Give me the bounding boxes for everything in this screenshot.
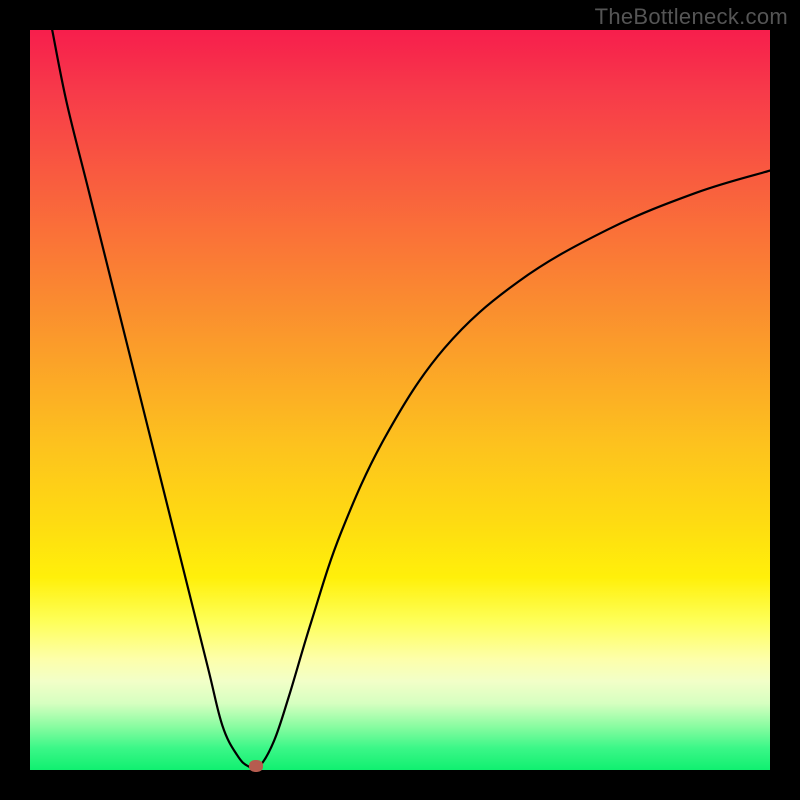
watermark-text: TheBottleneck.com (595, 4, 788, 30)
chart-frame: TheBottleneck.com (0, 0, 800, 800)
optimum-marker (249, 760, 263, 772)
bottleneck-curve (30, 30, 770, 770)
plot-area (30, 30, 770, 770)
curve-path (52, 30, 770, 769)
